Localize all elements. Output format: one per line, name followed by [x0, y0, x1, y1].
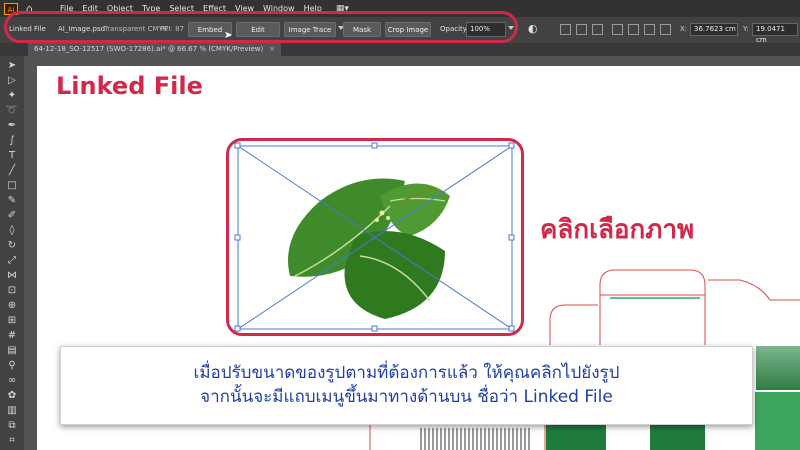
package-side-panel — [755, 392, 800, 450]
caption-line-1: เมื่อปรับขนาดของรูปตามที่ต้องการแล้ว ให้… — [193, 363, 620, 383]
package-photo-thumbnail — [756, 346, 800, 390]
leaf-image — [288, 178, 450, 319]
click-select-image-label: คลิกเลือกภาพ — [540, 215, 695, 245]
linked-file-heading: Linked File — [56, 72, 203, 100]
package-barcode-area — [420, 428, 530, 450]
instruction-caption: เมื่อปรับขนาดของรูปตามที่ต้องการแล้ว ให้… — [60, 346, 753, 425]
placed-image-leaves[interactable] — [230, 141, 522, 333]
package-label-green-2 — [650, 425, 705, 450]
package-label-green — [546, 425, 606, 450]
caption-line-2: จากนั้นจะมีแถบเมนูขึ้นมาทางด้านบน ชื่อว่… — [200, 387, 613, 407]
